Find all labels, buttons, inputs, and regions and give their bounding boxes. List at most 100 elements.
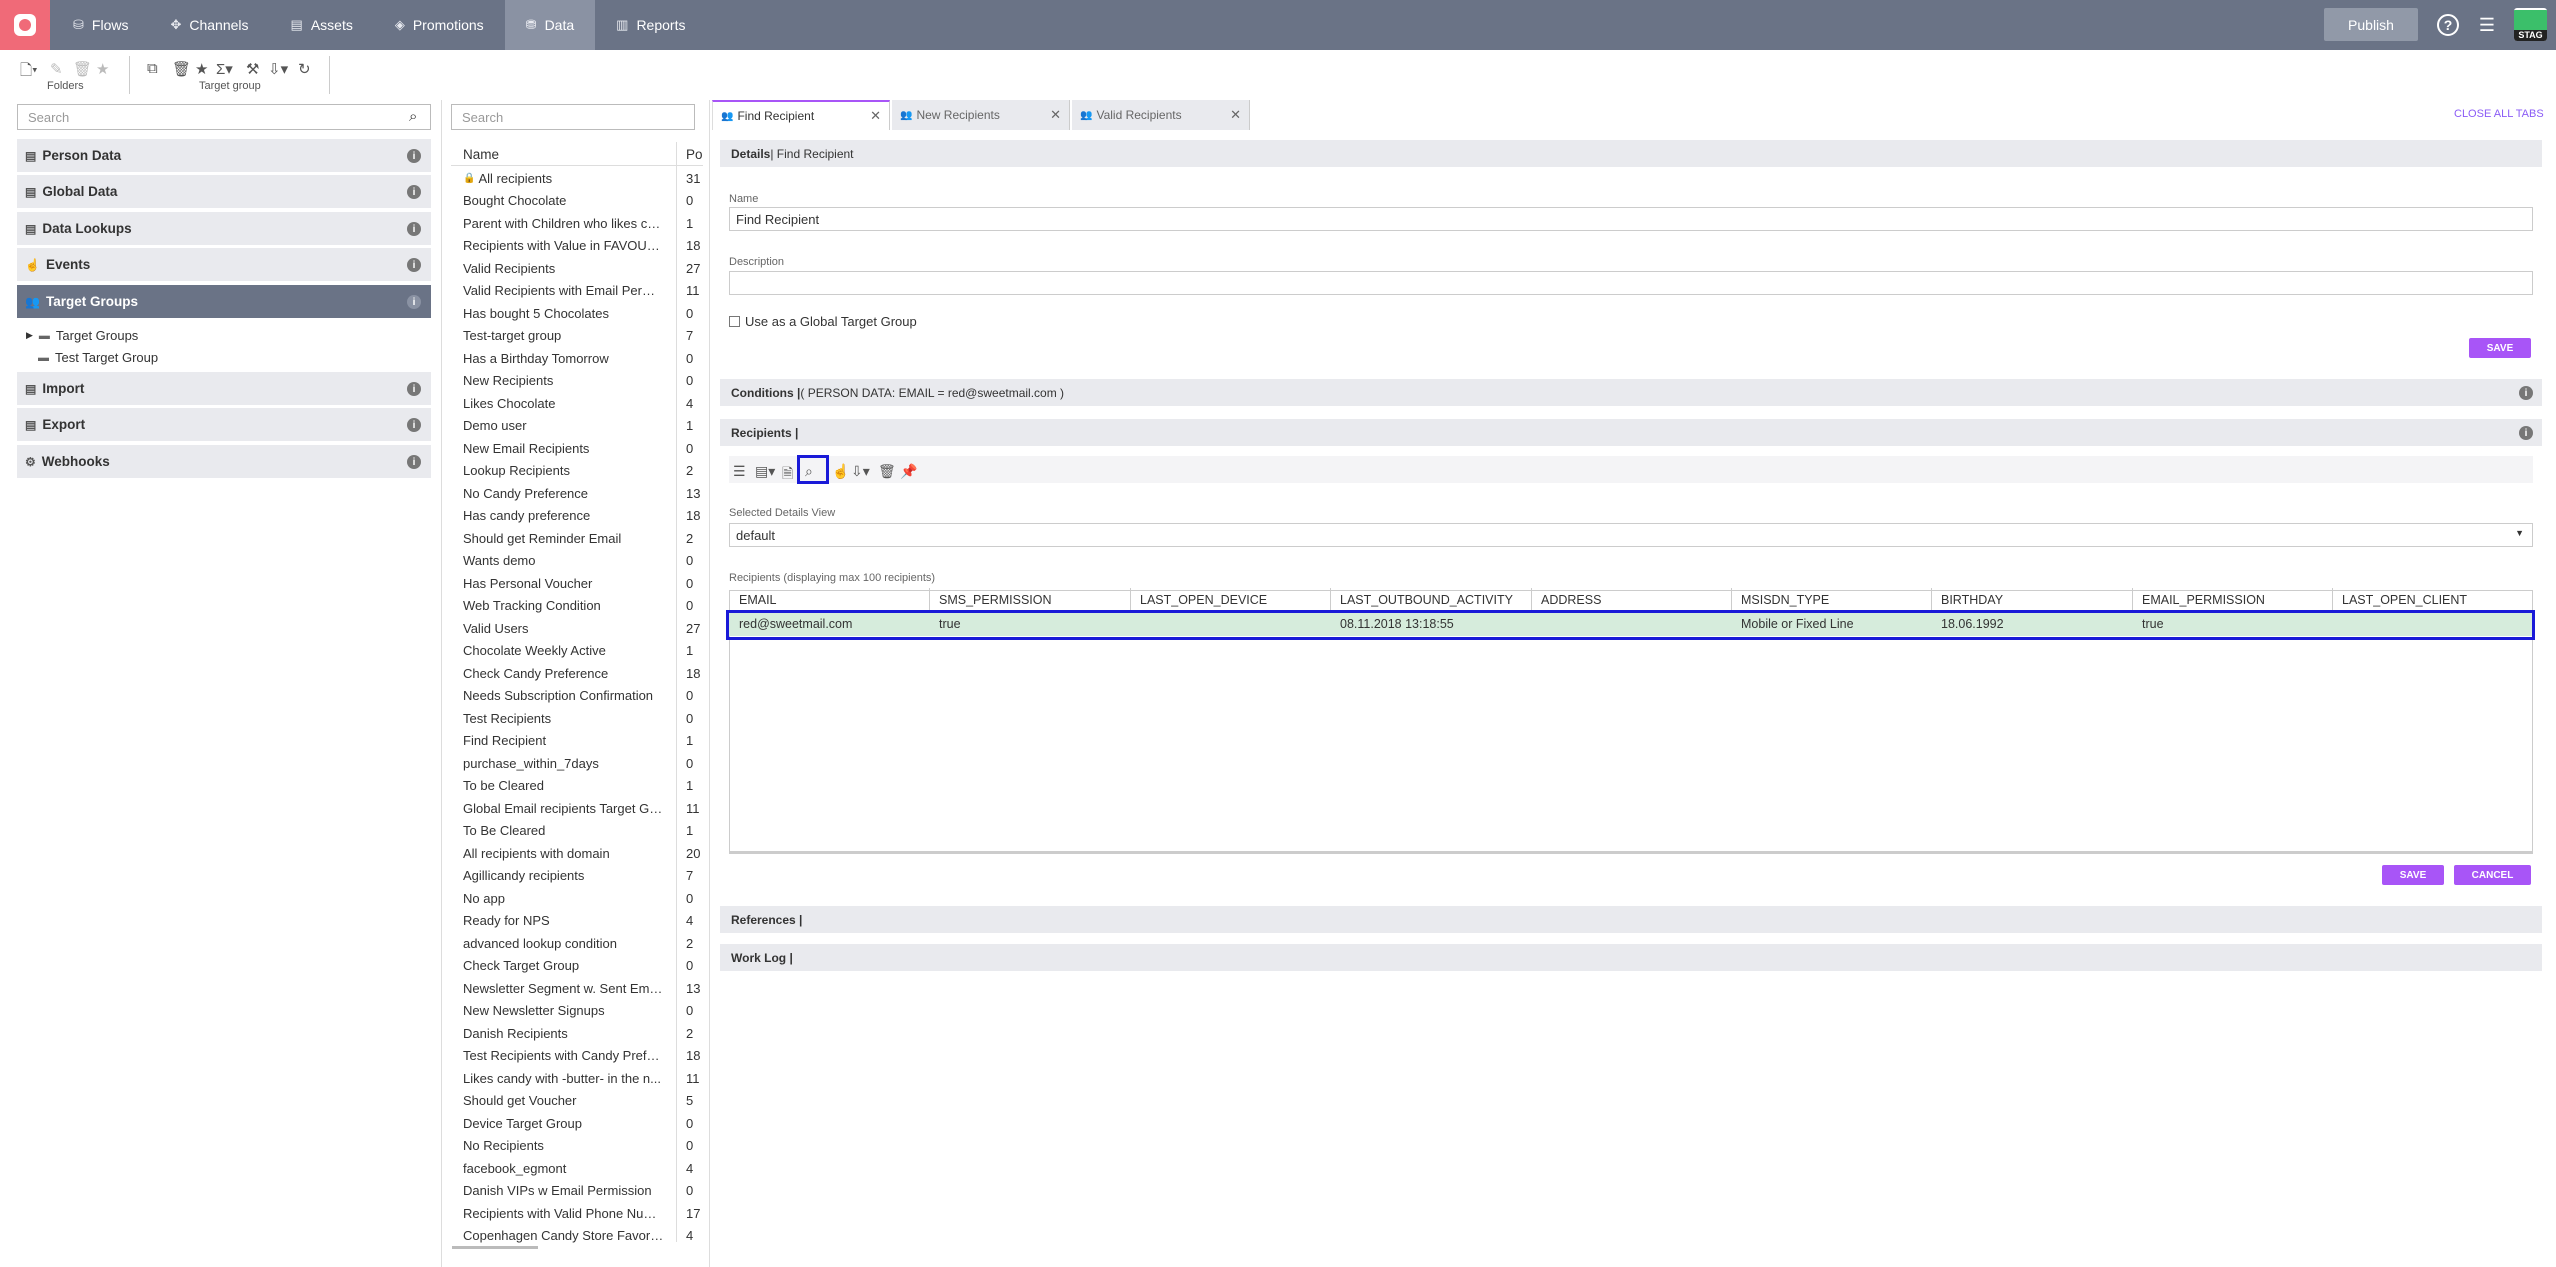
list-item[interactable]: Web Tracking Condition 0 xyxy=(463,595,703,618)
nav-flows[interactable]: ⛁ Flows xyxy=(52,0,149,50)
list-item[interactable]: Valid Recipients with Email Permi... 11 xyxy=(463,280,703,303)
sidebar-item-global-data[interactable]: ▤ Global Data i xyxy=(17,175,431,208)
name-field[interactable]: Find Recipient xyxy=(729,207,2533,231)
favorite-folder-icon[interactable]: ★ xyxy=(96,60,109,78)
list-item[interactable]: Check Candy Preference 18 xyxy=(463,662,703,685)
help-icon[interactable]: ? xyxy=(2437,14,2459,36)
favorite-icon[interactable]: ★ xyxy=(195,60,208,78)
info-icon[interactable]: i xyxy=(407,222,421,236)
document-icon[interactable]: 🗎 xyxy=(782,463,793,487)
list-item[interactable]: Danish Recipients 2 xyxy=(463,1022,703,1045)
list-item[interactable]: Recipients with Value in FAVOUR... 18 xyxy=(463,235,703,258)
tab-new-recipients[interactable]: 👥 New Recipients ✕ xyxy=(892,100,1070,130)
column-header-birthday[interactable]: BIRTHDAY xyxy=(1941,593,2003,607)
list-item[interactable]: New Email Recipients 0 xyxy=(463,437,703,460)
list-item[interactable]: Demo user 1 xyxy=(463,415,703,438)
delete-folder-icon[interactable]: 🗑 xyxy=(73,60,92,78)
list-item[interactable]: Likes Chocolate 4 xyxy=(463,392,703,415)
info-icon[interactable]: i xyxy=(407,455,421,469)
tree-item-test-target-group[interactable]: ▬ Test Target Group xyxy=(38,350,158,365)
hand-icon[interactable]: ☝ xyxy=(832,463,849,480)
list-item[interactable]: Test Recipients with Candy Prefer... 18 xyxy=(463,1045,703,1068)
column-header-address[interactable]: ADDRESS xyxy=(1541,593,1601,607)
new-folder-icon[interactable]: 🗋▾ xyxy=(20,60,38,85)
close-icon[interactable]: ✕ xyxy=(870,108,881,124)
list-item[interactable]: Check Target Group 0 xyxy=(463,955,703,978)
list-item[interactable]: Recipients with Valid Phone Num... 17 xyxy=(463,1202,703,1225)
worklog-section-header[interactable]: Work Log | xyxy=(720,944,2542,971)
close-icon[interactable]: ✕ xyxy=(1230,107,1241,123)
list-item[interactable]: All recipients with domain 20 xyxy=(463,842,703,865)
conditions-section-header[interactable]: Conditions | ( PERSON DATA: EMAIL = red@… xyxy=(720,379,2542,406)
list-item[interactable]: Should get Voucher 5 xyxy=(463,1090,703,1113)
list-item[interactable]: Lookup Recipients 2 xyxy=(463,460,703,483)
columns-icon[interactable]: ▤▾ xyxy=(755,463,775,480)
sum-icon[interactable]: Σ▾ xyxy=(216,60,233,78)
list-item[interactable]: Danish VIPs w Email Permission 0 xyxy=(463,1180,703,1203)
nav-assets[interactable]: ▤ Assets xyxy=(270,0,374,50)
table-horizontal-scrollbar[interactable] xyxy=(729,851,2533,854)
list-item[interactable]: Find Recipient 1 xyxy=(463,730,703,753)
delete-icon[interactable]: 🗑 xyxy=(172,60,191,78)
column-header-msisdn-type[interactable]: MSISDN_TYPE xyxy=(1741,593,1829,607)
list-view-icon[interactable]: ☰ xyxy=(733,463,746,480)
details-save-button[interactable]: SAVE xyxy=(2469,338,2531,358)
delete-icon[interactable]: 🗑 xyxy=(878,463,896,480)
export-icon[interactable]: ⇩▾ xyxy=(851,463,870,480)
target-group-search-input[interactable]: Search xyxy=(451,104,695,130)
wrench-icon[interactable]: ⚒ xyxy=(246,60,259,78)
column-header-po[interactable]: Po xyxy=(686,147,703,162)
info-icon[interactable]: i xyxy=(407,258,421,272)
column-header-last-open-client[interactable]: LAST_OPEN_CLIENT xyxy=(2342,593,2467,607)
list-item[interactable]: Bought Chocolate 0 xyxy=(463,190,703,213)
list-item[interactable]: advanced lookup condition 2 xyxy=(463,932,703,955)
left-search-input[interactable]: Search xyxy=(17,104,431,130)
search-icon[interactable]: ⌕ xyxy=(409,108,417,125)
info-icon[interactable]: i xyxy=(407,185,421,199)
list-item[interactable]: Has bought 5 Chocolates 0 xyxy=(463,302,703,325)
edit-folder-icon[interactable]: ✎ xyxy=(50,60,63,78)
list-item[interactable]: Valid Recipients 27 xyxy=(463,257,703,280)
list-item[interactable]: New Newsletter Signups 0 xyxy=(463,1000,703,1023)
pin-icon[interactable]: 📌 xyxy=(900,463,917,480)
column-header-last-outbound-activity[interactable]: LAST_OUTBOUND_ACTIVITY xyxy=(1340,593,1513,607)
list-item[interactable]: Ready for NPS 4 xyxy=(463,910,703,933)
info-icon[interactable]: i xyxy=(407,382,421,396)
copy-icon[interactable]: ⧉ xyxy=(147,60,158,77)
list-item[interactable]: Global Email recipients Target Gro... 11 xyxy=(463,797,703,820)
info-icon[interactable]: i xyxy=(407,149,421,163)
list-item[interactable]: Device Target Group 0 xyxy=(463,1112,703,1135)
list-item[interactable]: Newsletter Segment w. Sent Ema... 13 xyxy=(463,977,703,1000)
column-header-name[interactable]: Name xyxy=(463,147,499,162)
list-item[interactable]: purchase_within_7days 0 xyxy=(463,752,703,775)
list-item[interactable]: Valid Users 27 xyxy=(463,617,703,640)
sidebar-item-import[interactable]: ▤ Import i xyxy=(17,372,431,405)
horizontal-scrollbar[interactable] xyxy=(452,1246,538,1249)
list-item[interactable]: Wants demo 0 xyxy=(463,550,703,573)
info-icon[interactable]: i xyxy=(2519,426,2533,440)
list-item[interactable]: Has a Birthday Tomorrow 0 xyxy=(463,347,703,370)
settings-sliders-icon[interactable]: ☰ xyxy=(2476,14,2498,36)
list-item[interactable]: No Recipients 0 xyxy=(463,1135,703,1158)
list-item[interactable]: facebook_egmont 4 xyxy=(463,1157,703,1180)
details-view-select[interactable]: default ▼ xyxy=(729,523,2533,547)
list-item[interactable]: Agillicandy recipients 7 xyxy=(463,865,703,888)
list-item[interactable]: Parent with Children who likes ch... 1 xyxy=(463,212,703,235)
list-item[interactable]: Likes candy with -butter- in the n... 11 xyxy=(463,1067,703,1090)
recipients-section-header[interactable]: Recipients | i xyxy=(720,419,2542,446)
nav-data[interactable]: ⛃ Data xyxy=(504,0,596,50)
list-item[interactable]: 🔒 All recipients 31 xyxy=(463,167,703,190)
list-item[interactable]: No app 0 xyxy=(463,887,703,910)
list-item[interactable]: New Recipients 0 xyxy=(463,370,703,393)
recipients-cancel-button[interactable]: CANCEL xyxy=(2454,865,2531,885)
list-item[interactable]: Has candy preference 18 xyxy=(463,505,703,528)
sidebar-item-data-lookups[interactable]: ▤ Data Lookups i xyxy=(17,212,431,245)
column-header-sms-permission[interactable]: SMS_PERMISSION xyxy=(939,593,1052,607)
sidebar-item-webhooks[interactable]: ⚙ Webhooks i xyxy=(17,445,431,478)
column-header-last-open-device[interactable]: LAST_OPEN_DEVICE xyxy=(1140,593,1267,607)
refresh-icon[interactable]: ↻ xyxy=(298,60,311,78)
sidebar-item-export[interactable]: ▤ Export i xyxy=(17,408,431,441)
tab-valid-recipients[interactable]: 👥 Valid Recipients ✕ xyxy=(1072,100,1250,130)
list-item[interactable]: To be Cleared 1 xyxy=(463,775,703,798)
nav-channels[interactable]: ✥ Channels xyxy=(149,0,269,50)
